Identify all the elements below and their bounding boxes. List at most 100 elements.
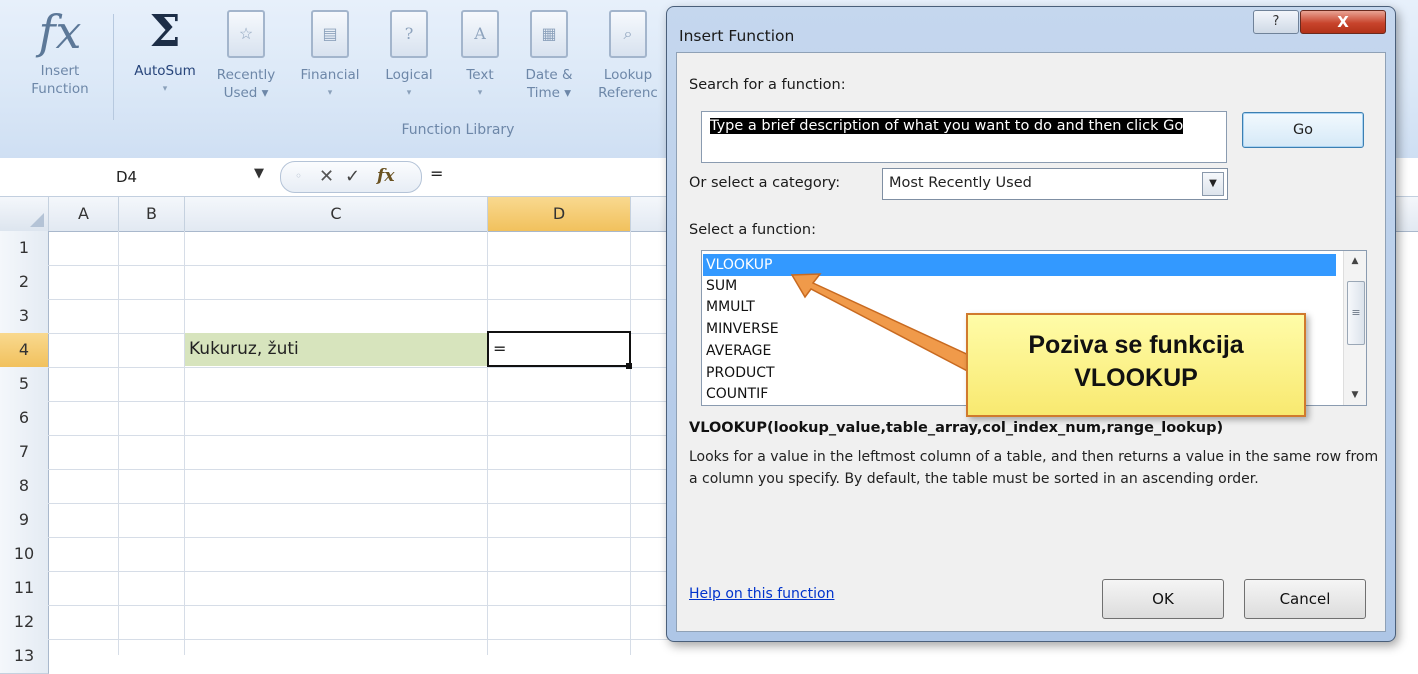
row-header-10[interactable]: 10 xyxy=(0,537,49,572)
recently-used-button[interactable]: ☆ Recently Used ▾ xyxy=(206,6,286,102)
formula-bar-buttons: ◦ ✕ ✓ fx xyxy=(280,161,422,193)
fill-handle[interactable] xyxy=(626,363,632,369)
select-all-corner[interactable] xyxy=(0,197,49,231)
cancel-entry-icon[interactable]: ✕ xyxy=(319,166,334,187)
function-item-countif[interactable]: COUNTIF xyxy=(706,383,768,405)
callout-line-1: Poziva se funkcija xyxy=(1028,331,1244,359)
book-star-icon: ☆ xyxy=(227,10,265,58)
grid-hline xyxy=(48,265,668,266)
function-list-scrollbar[interactable]: ▲ ≡ ▼ xyxy=(1343,251,1366,405)
text-label: Text xyxy=(466,67,494,83)
insert-function-button[interactable]: fx Insert Function xyxy=(12,6,108,98)
function-item-average[interactable]: AVERAGE xyxy=(706,340,771,362)
scroll-down-icon[interactable]: ▼ xyxy=(1344,385,1366,405)
search-label: Search for a function: xyxy=(689,77,846,93)
enter-checkmark-icon[interactable]: ✓ xyxy=(345,166,360,187)
help-button[interactable]: ? xyxy=(1253,10,1299,34)
function-description: Looks for a value in the leftmost column… xyxy=(689,449,1379,487)
column-header-a[interactable]: A xyxy=(49,197,119,231)
callout-line-2: VLOOKUP xyxy=(1074,364,1198,392)
help-on-function-link[interactable]: Help on this function xyxy=(689,586,834,602)
cancel-button[interactable]: Cancel xyxy=(1244,579,1366,619)
go-button[interactable]: Go xyxy=(1242,112,1364,148)
grid-hline xyxy=(48,639,668,640)
chevron-down-icon[interactable]: ▼ xyxy=(1202,172,1224,196)
search-input-text: Type a brief description of what you wan… xyxy=(710,116,1210,137)
row-header-6[interactable]: 6 xyxy=(0,401,49,436)
function-syntax: VLOOKUP(lookup_value,table_array,col_ind… xyxy=(689,420,1224,436)
logical-button[interactable]: ? Logical ▾ xyxy=(374,6,444,102)
row-header-11[interactable]: 11 xyxy=(0,571,49,606)
date-time-button[interactable]: ▦ Date & Time ▾ xyxy=(514,6,584,102)
book-calendar-icon: ▦ xyxy=(530,10,568,58)
grid-hline xyxy=(48,537,668,538)
grid-hline xyxy=(48,367,668,368)
sigma-icon: Σ xyxy=(149,6,181,57)
insert-function-fx-icon[interactable]: fx xyxy=(377,166,394,186)
lookup-reference-button[interactable]: ⌕ Lookup Referenc xyxy=(588,6,668,102)
close-button[interactable]: X xyxy=(1300,10,1386,34)
row-header-7[interactable]: 7 xyxy=(0,435,49,470)
grid-hline xyxy=(48,299,668,300)
row-header-8[interactable]: 8 xyxy=(0,469,49,504)
row-header-9[interactable]: 9 xyxy=(0,503,49,538)
row-header-4[interactable]: 4 xyxy=(0,333,49,368)
grid-hline xyxy=(48,605,668,606)
search-input-value: Type a brief description of what you wan… xyxy=(710,118,1184,134)
dialog-title: Insert Function xyxy=(679,27,795,45)
search-input[interactable]: Type a brief description of what you wan… xyxy=(701,111,1227,163)
name-box-value: D4 xyxy=(116,168,138,186)
grid-hline xyxy=(48,571,668,572)
category-label: Or select a category: xyxy=(689,175,841,191)
grid-hline xyxy=(48,435,668,436)
function-item-mmult[interactable]: MMULT xyxy=(706,296,755,318)
column-header-d[interactable]: D xyxy=(488,197,631,231)
grid-vline xyxy=(184,231,185,655)
grid-hline xyxy=(48,401,668,402)
category-select-value: Most Recently Used xyxy=(889,175,1032,191)
autosum-label: AutoSum xyxy=(134,63,196,79)
grid-vline xyxy=(487,231,488,655)
grid-hline xyxy=(48,469,668,470)
circle-icon: ◦ xyxy=(295,169,303,183)
row-header-2[interactable]: 2 xyxy=(0,265,49,300)
insert-function-label-1: Insert xyxy=(40,63,80,79)
lookup-label-1: Lookup xyxy=(603,67,653,83)
column-header-b[interactable]: B xyxy=(119,197,185,231)
chevron-down-icon[interactable]: ▼ xyxy=(254,166,264,181)
scroll-up-icon[interactable]: ▲ xyxy=(1344,251,1366,271)
row-header-1[interactable]: 1 xyxy=(0,231,49,266)
function-item-sum[interactable]: SUM xyxy=(706,275,737,297)
row-header-5[interactable]: 5 xyxy=(0,367,49,402)
row-header-3[interactable]: 3 xyxy=(0,299,49,334)
cell-c4[interactable]: Kukuruz, žuti xyxy=(185,333,488,366)
category-select[interactable]: Most Recently Used ▼ xyxy=(882,168,1228,200)
ok-button[interactable]: OK xyxy=(1102,579,1224,619)
book-magnifier-icon: ⌕ xyxy=(609,10,647,58)
insert-function-label-2: Function xyxy=(31,81,89,97)
column-header-c[interactable]: C xyxy=(185,197,488,231)
logical-label: Logical xyxy=(385,67,433,83)
function-item-vlookup[interactable]: VLOOKUP xyxy=(703,254,1336,276)
select-all-triangle-icon xyxy=(30,213,44,227)
book-coins-icon: ▤ xyxy=(311,10,349,58)
autosum-button[interactable]: Σ AutoSum ▾ xyxy=(122,6,208,98)
scrollbar-thumb[interactable]: ≡ xyxy=(1347,281,1365,345)
grid-hline xyxy=(48,503,668,504)
name-box[interactable]: D4 ▼ xyxy=(8,164,270,190)
row-header-12[interactable]: 12 xyxy=(0,605,49,640)
row-header-13[interactable]: 13 xyxy=(0,639,49,674)
column-header-e[interactable] xyxy=(631,197,669,231)
date-time-label-1: Date & xyxy=(525,67,573,83)
function-item-product[interactable]: PRODUCT xyxy=(706,362,775,384)
formula-content[interactable]: = xyxy=(430,164,443,183)
function-item-minverse[interactable]: MINVERSE xyxy=(706,318,779,340)
ribbon-separator xyxy=(113,14,114,120)
financial-label: Financial xyxy=(300,67,360,83)
fx-icon: fx xyxy=(38,5,82,59)
lookup-label-2: Referenc xyxy=(598,85,658,101)
text-button[interactable]: A Text ▾ xyxy=(450,6,510,102)
book-a-icon: A xyxy=(461,10,499,58)
financial-button[interactable]: ▤ Financial ▾ xyxy=(288,6,372,102)
cell-d4-active[interactable]: = xyxy=(487,331,631,367)
